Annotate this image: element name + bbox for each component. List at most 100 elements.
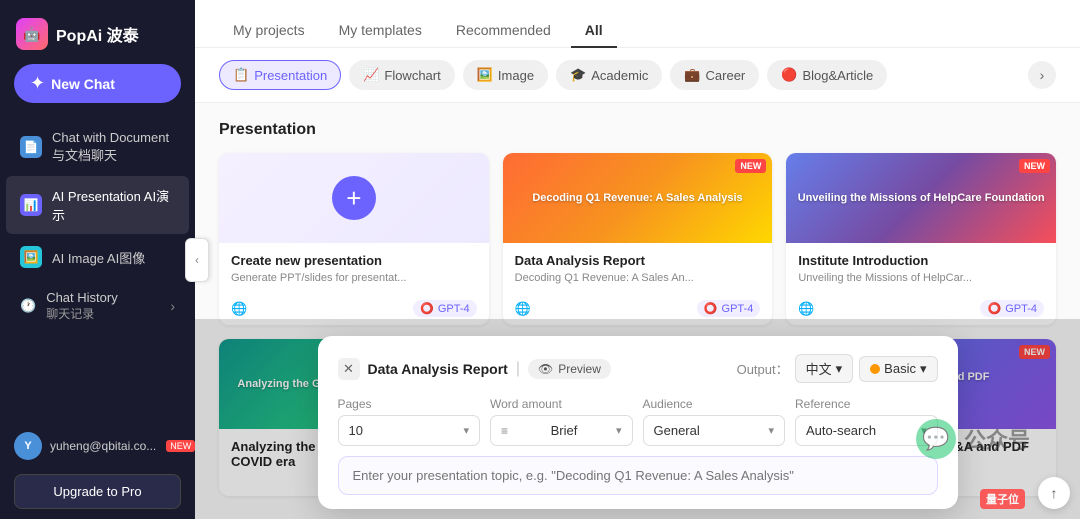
new-chat-label: New Chat	[51, 76, 115, 92]
new-chat-button[interactable]: ✦ New Chat	[14, 64, 181, 103]
logo-icon: 🤖	[16, 18, 48, 50]
tab-my-templates[interactable]: My templates	[325, 14, 436, 48]
cat-blog-label: Blog&Article	[802, 68, 873, 83]
logo: 🤖 PopAi 波泰	[0, 0, 195, 64]
word-amount-select[interactable]: ≡ Brief ▾	[490, 415, 633, 446]
cat-blog[interactable]: 🔴 Blog&Article	[767, 60, 887, 90]
sidebar-item-document-label: Chat with Document 与文档聊天	[52, 130, 175, 164]
main-content: My projects My templates Recommended All…	[195, 0, 1080, 519]
preview-label: Preview	[558, 362, 601, 376]
chat-history[interactable]: 🕐 Chat History 聊天记录 ›	[6, 280, 189, 332]
cat-image[interactable]: 🖼️ Image	[463, 60, 548, 90]
bottom-label: 量子位	[980, 489, 1025, 509]
scroll-top-button[interactable]: ↑	[1038, 477, 1070, 509]
gpt-badge-institute: ⭕GPT-4	[980, 300, 1044, 317]
user-row: Y yuheng@qbitai.co... NEW 🔵 🟢	[14, 426, 181, 466]
word-amount-value: Brief	[551, 423, 578, 438]
history-left: 🕐 Chat History 聊天记录	[20, 290, 118, 322]
modal-panel: ✕ Data Analysis Report | 👁 Preview Outpu…	[318, 336, 958, 509]
chevron-right-icon: ›	[170, 298, 175, 314]
cat-academic-label: Academic	[591, 68, 648, 83]
card-thumb-institute: Unveiling the Missions of HelpCare Found…	[786, 153, 1056, 243]
cat-flowchart-emoji: 📈	[363, 67, 379, 83]
card-info-data: Data Analysis Report Decoding Q1 Revenue…	[503, 243, 773, 294]
cat-career[interactable]: 💼 Career	[670, 60, 759, 90]
tab-all[interactable]: All	[571, 14, 617, 48]
card-title-data: Data Analysis Report	[515, 253, 761, 268]
new-tag-institute: NEW	[1019, 159, 1050, 173]
output-select[interactable]: 中文 ▾	[795, 354, 854, 383]
cat-image-label: Image	[498, 68, 534, 83]
sidebar: 🤖 PopAi 波泰 ✦ New Chat 📄 Chat with Docume…	[0, 0, 195, 519]
card-create-new[interactable]: + Create new presentation Generate PPT/s…	[219, 153, 489, 325]
upgrade-button[interactable]: Upgrade to Pro	[14, 474, 181, 509]
reference-value: Auto-search	[806, 423, 876, 438]
card-thumb-data: Decoding Q1 Revenue: A Sales Analysis NE…	[503, 153, 773, 243]
card-thumb-text-data: Decoding Q1 Revenue: A Sales Analysis	[524, 183, 750, 213]
card-desc-create: Generate PPT/slides for presentat...	[231, 271, 477, 286]
globe-badge-data: 🌐	[515, 301, 531, 317]
modal-preview-button[interactable]: 👁 Preview	[528, 359, 611, 379]
card-desc-institute: Unveiling the Missions of HelpCar...	[798, 271, 1044, 286]
category-chevron-right[interactable]: ›	[1028, 61, 1056, 89]
pages-value: 10	[349, 423, 363, 438]
card-data-analysis[interactable]: Decoding Q1 Revenue: A Sales Analysis NE…	[503, 153, 773, 325]
card-institute[interactable]: Unveiling the Missions of HelpCare Found…	[786, 153, 1056, 325]
basic-select[interactable]: Basic ▾	[859, 356, 937, 382]
history-text: Chat History 聊天记录	[46, 290, 118, 322]
card-title-institute: Institute Introduction	[798, 253, 1044, 268]
modal-title: Data Analysis Report	[368, 361, 508, 377]
pages-select[interactable]: 10 ▾	[338, 415, 481, 446]
tab-my-projects[interactable]: My projects	[219, 14, 319, 48]
gpt-icon: ⭕	[420, 302, 434, 315]
cat-image-emoji: 🖼️	[477, 67, 493, 83]
cat-flowchart[interactable]: 📈 Flowchart	[349, 60, 455, 90]
gpt-icon-2: ⭕	[704, 302, 718, 315]
basic-chevron-icon: ▾	[920, 361, 927, 377]
sidebar-item-image[interactable]: 🖼️ AI Image AI图像	[6, 236, 189, 278]
card-desc-data: Decoding Q1 Revenue: A Sales An...	[515, 271, 761, 286]
reference-label: Reference	[795, 397, 938, 411]
history-icon: 🕐	[20, 298, 36, 314]
lines-icon: ≡	[501, 424, 508, 438]
cat-presentation-label: Presentation	[254, 68, 327, 83]
sidebar-item-presentation-label: AI Presentation AI演示	[52, 186, 175, 224]
cat-career-emoji: 💼	[684, 67, 700, 83]
category-bar: 📋 Presentation 📈 Flowchart 🖼️ Image 🎓 Ac…	[195, 48, 1080, 103]
new-badge: NEW	[166, 440, 195, 452]
field-reference: Reference Auto-search ▾	[795, 397, 938, 446]
gpt-badge-create: ⭕GPT-4	[413, 300, 477, 317]
globe-badge-institute: 🌐	[798, 301, 814, 317]
globe-icon: 🌐	[231, 301, 247, 317]
topic-input[interactable]	[338, 456, 938, 495]
cat-academic-emoji: 🎓	[570, 67, 586, 83]
cat-presentation[interactable]: 📋 Presentation	[219, 60, 341, 90]
sidebar-item-presentation[interactable]: 📊 AI Presentation AI演示	[6, 176, 189, 234]
history-label: Chat History	[46, 290, 118, 305]
sidebar-footer: Y yuheng@qbitai.co... NEW 🔵 🟢 Upgrade to…	[0, 416, 195, 519]
sidebar-collapse-button[interactable]: ‹	[185, 238, 209, 282]
modal-fields: Pages 10 ▾ Word amount ≡ Brief ▾	[338, 397, 938, 446]
cat-academic[interactable]: 🎓 Academic	[556, 60, 662, 90]
history-sub-label: 聊天记录	[46, 305, 118, 322]
reference-chevron-icon: ▾	[921, 424, 927, 437]
create-plus-icon: +	[332, 176, 376, 220]
tab-recommended[interactable]: Recommended	[442, 14, 565, 48]
pages-chevron-icon: ▾	[463, 424, 469, 437]
audience-select[interactable]: General ▾	[643, 415, 786, 446]
chevron-down-icon: ▾	[836, 361, 843, 377]
word-amount-label: Word amount	[490, 397, 633, 411]
modal-close-button[interactable]: ✕	[338, 358, 360, 380]
card-title-create: Create new presentation	[231, 253, 477, 268]
plus-icon: ✦	[30, 73, 45, 94]
reference-select[interactable]: Auto-search ▾	[795, 415, 938, 446]
avatar: Y	[14, 432, 42, 460]
sidebar-item-document[interactable]: 📄 Chat with Document 与文档聊天	[6, 120, 189, 174]
document-icon: 📄	[20, 136, 42, 158]
presentation-icon: 📊	[20, 194, 42, 216]
modal-divider: |	[516, 360, 520, 378]
eye-icon: 👁	[538, 362, 553, 376]
audience-label: Audience	[643, 397, 786, 411]
word-chevron-icon: ▾	[616, 424, 622, 437]
card-thumb-create: +	[219, 153, 489, 243]
